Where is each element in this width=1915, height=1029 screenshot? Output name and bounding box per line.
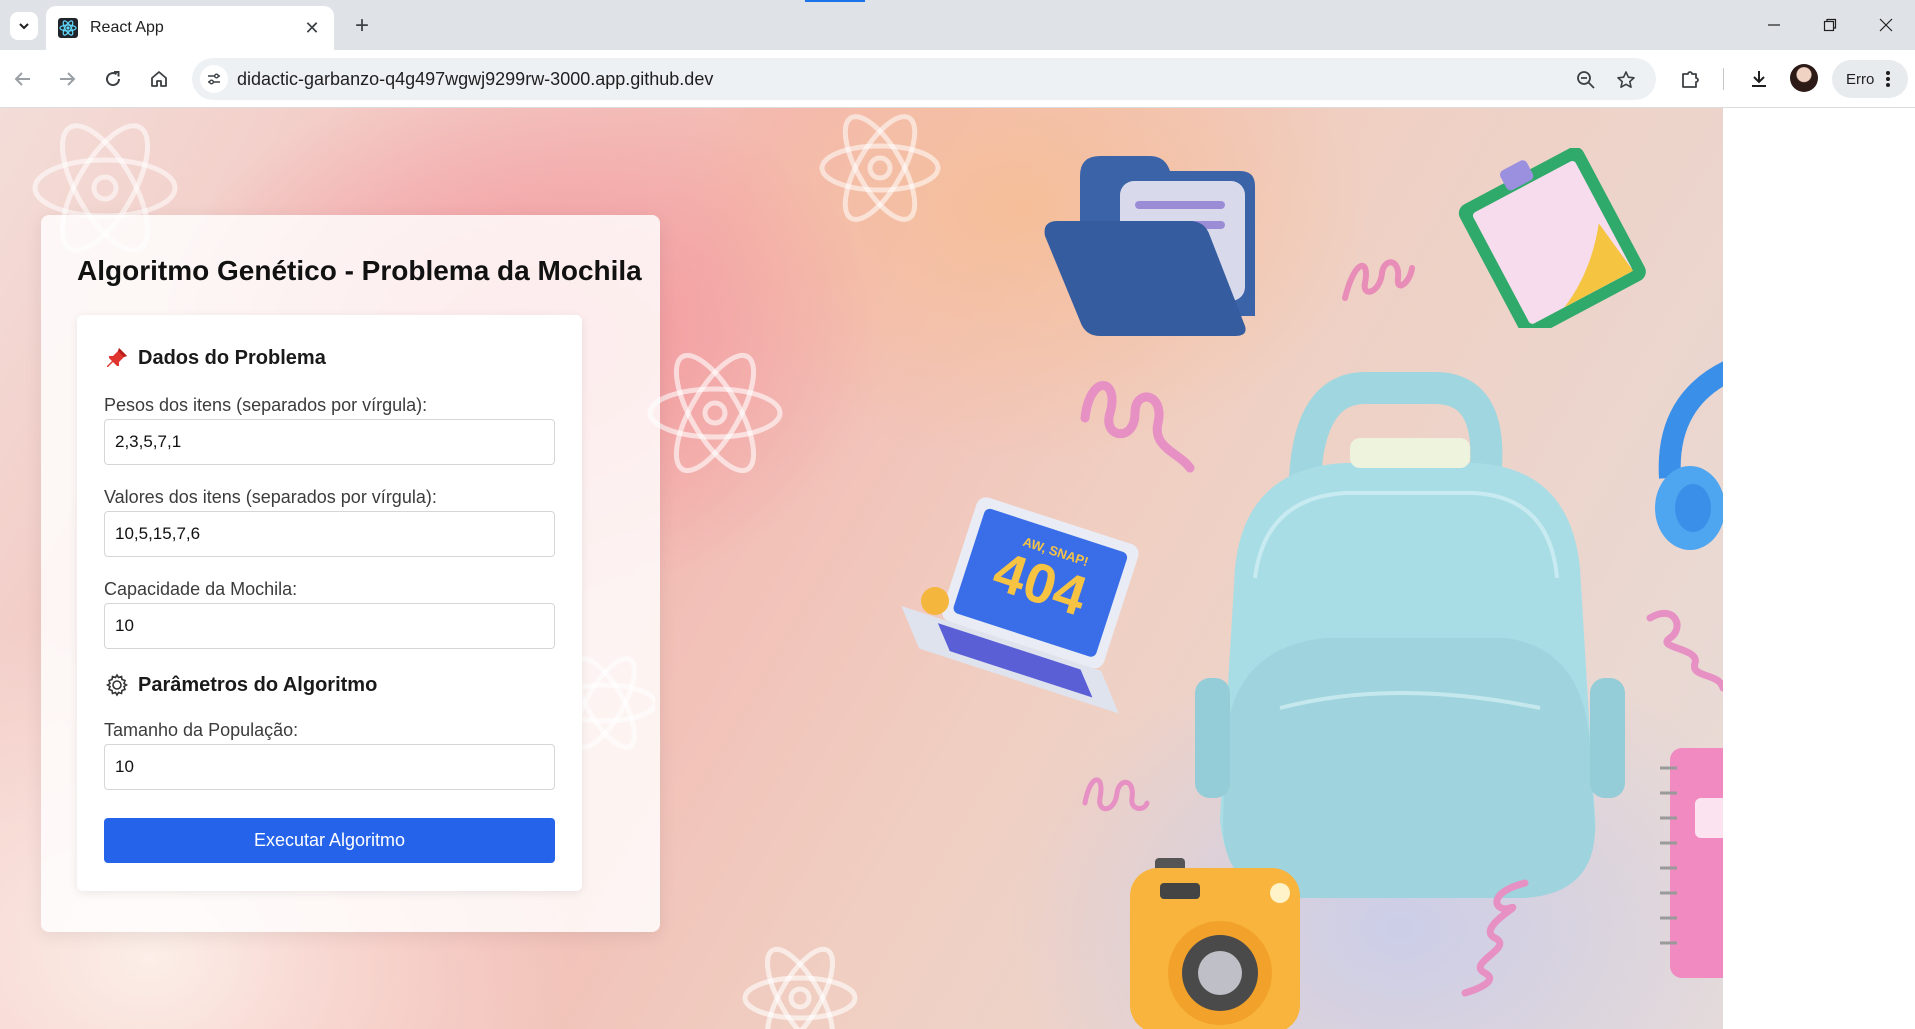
squiggle-decoration [1342, 259, 1415, 301]
download-icon [1752, 71, 1766, 87]
new-tab-button[interactable]: + [348, 12, 376, 40]
arrow-right-icon [60, 72, 76, 86]
squiggle-decoration [1080, 381, 1195, 473]
notebook-illustration [1660, 748, 1723, 978]
folder-illustration [1044, 156, 1255, 336]
tab-react-app[interactable]: React App ✕ [46, 6, 334, 50]
profile-error-chip[interactable]: Erro [1832, 60, 1908, 98]
problem-section-title: Dados do Problema [138, 346, 326, 369]
url-text: didactic-garbanzo-q4g497wgwj9299rw-3000.… [237, 69, 714, 89]
loading-indicator [805, 0, 865, 2]
capacity-label: Capacidade da Mochila: [104, 579, 298, 599]
squiggle-decoration [1082, 777, 1150, 812]
params-section-header: Parâmetros do Algoritmo [104, 672, 377, 698]
main-card: Algoritmo Genético - Problema da Mochila… [41, 215, 660, 932]
puzzle-icon [1682, 71, 1699, 88]
page-title: Algoritmo Genético - Problema da Mochila [77, 255, 642, 286]
problem-section-header: Dados do Problema [104, 345, 326, 371]
back-button[interactable] [8, 64, 38, 94]
params-section-title: Parâmetros do Algoritmo [138, 673, 378, 696]
react-favicon-icon [58, 18, 78, 38]
downloads-button[interactable] [1744, 64, 1774, 94]
population-label: Tamanho da População: [104, 720, 299, 740]
run-algorithm-button[interactable]: Executar Algoritmo [104, 818, 555, 863]
arrow-left-icon [14, 72, 30, 86]
avatar[interactable] [1790, 64, 1818, 92]
tune-icon [208, 73, 220, 85]
address-bar[interactable]: didactic-garbanzo-q4g497wgwj9299rw-3000.… [192, 58, 1656, 100]
forward-button[interactable] [52, 64, 82, 94]
atom-outline-icon [647, 352, 783, 474]
minimize-icon [1768, 24, 1780, 26]
tab-close-icon[interactable]: ✕ [302, 18, 322, 38]
chevron-down-icon [19, 23, 29, 30]
home-icon [151, 71, 167, 87]
weights-input[interactable] [104, 419, 555, 465]
home-button[interactable] [144, 64, 174, 94]
restore-button[interactable] [1808, 10, 1852, 40]
zoom-out-icon [1577, 71, 1595, 89]
atom-outline-icon [819, 114, 941, 222]
more-menu-icon[interactable] [1878, 69, 1898, 89]
minimize-button[interactable] [1752, 10, 1796, 40]
squiggle-decoration [1461, 879, 1529, 997]
values-label: Valores dos itens (separados por vírgula… [104, 487, 437, 507]
tab-search-button[interactable] [10, 12, 38, 40]
laptop-404-illustration: 404 AW, SNAP! [901, 497, 1139, 714]
close-window-button[interactable] [1864, 10, 1908, 40]
extensions-button[interactable] [1676, 64, 1706, 94]
restore-icon [1823, 18, 1837, 32]
values-input[interactable] [104, 511, 555, 557]
headphones-illustration [1655, 361, 1723, 550]
zoom-button[interactable] [1574, 68, 1598, 92]
browser-toolbar: didactic-garbanzo-q4g497wgwj9299rw-3000.… [0, 50, 1915, 108]
tab-title: React App [90, 19, 164, 36]
close-icon [1879, 18, 1893, 32]
squiggle-decoration [1646, 609, 1723, 692]
profile-label: Erro [1846, 70, 1875, 88]
gear-icon [104, 672, 130, 698]
atom-outline-icon [742, 946, 858, 1029]
toolbar-separator [1723, 68, 1724, 90]
site-info-button[interactable] [200, 65, 228, 93]
pushpin-icon [104, 345, 130, 371]
reload-icon [106, 71, 121, 87]
bookmark-button[interactable] [1614, 68, 1638, 92]
page-viewport: 404 AW, SNAP! Algoritmo Genético - Probl… [0, 108, 1723, 1029]
clipboard-illustration [1458, 148, 1646, 328]
capacity-input[interactable] [104, 603, 555, 649]
camera-illustration [1130, 858, 1300, 1029]
form-panel: Dados do Problema Pesos dos itens (separ… [77, 315, 582, 891]
weights-label: Pesos dos itens (separados por vírgula): [104, 395, 428, 415]
tab-strip: React App ✕ + [0, 0, 1915, 50]
reload-button[interactable] [98, 64, 128, 94]
star-icon [1617, 71, 1635, 88]
population-input[interactable] [104, 744, 555, 790]
